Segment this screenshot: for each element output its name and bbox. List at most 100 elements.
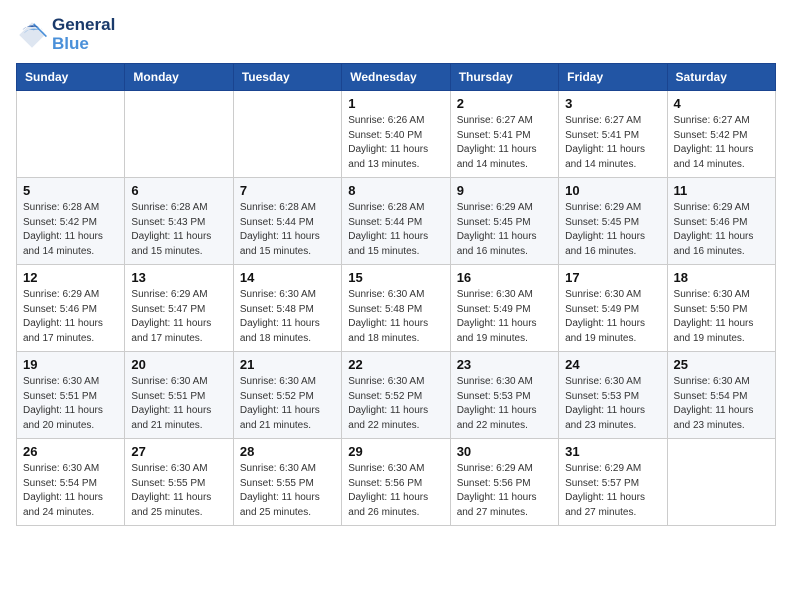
calendar-week-row: 19Sunrise: 6:30 AM Sunset: 5:51 PM Dayli… — [17, 352, 776, 439]
calendar-cell: 7 Sunrise: 6:28 AM Sunset: 5:44 PM Daylig… — [233, 178, 341, 265]
day-number: 22 — [348, 357, 443, 372]
day-number: 16 — [457, 270, 552, 285]
calendar-cell: 10 Sunrise: 6:29 AM Sunset: 5:45 PM Dayli… — [559, 178, 667, 265]
day-info: Sunrise: 6:30 AM Sunset: 5:53 PM Dayligh… — [565, 375, 660, 433]
day-info: Sunrise: 6:30 AM Sunset: 5:49 PM Dayligh… — [565, 288, 660, 346]
day-number: 25 — [674, 357, 769, 372]
day-info: Sunrise: 6:27 AM Sunset: 5:42 PM Dayligh… — [674, 114, 769, 172]
calendar-table: SundayMondayTuesdayWednesdayThursdayFrid… — [16, 63, 776, 526]
calendar-cell: 23Sunrise: 6:30 AM Sunset: 5:53 PM Dayli… — [450, 352, 558, 439]
day-info: Sunrise: 6:27 AM Sunset: 5:41 PM Dayligh… — [457, 114, 552, 172]
logo: General Blue — [16, 16, 115, 53]
day-number: 21 — [240, 357, 335, 372]
calendar-week-row: 5 Sunrise: 6:28 AM Sunset: 5:42 PM Daylig… — [17, 178, 776, 265]
day-number: 12 — [23, 270, 118, 285]
day-info: Sunrise: 6:29 AM Sunset: 5:47 PM Dayligh… — [131, 288, 226, 346]
column-header-thursday: Thursday — [450, 64, 558, 91]
day-info: Sunrise: 6:30 AM Sunset: 5:52 PM Dayligh… — [240, 375, 335, 433]
calendar-cell: 5 Sunrise: 6:28 AM Sunset: 5:42 PM Daylig… — [17, 178, 125, 265]
day-info: Sunrise: 6:30 AM Sunset: 5:55 PM Dayligh… — [131, 462, 226, 520]
calendar-cell: 27 Sunrise: 6:30 AM Sunset: 5:55 PM Dayli… — [125, 439, 233, 526]
calendar-header-row: SundayMondayTuesdayWednesdayThursdayFrid… — [17, 64, 776, 91]
day-number: 8 — [348, 183, 443, 198]
day-number: 11 — [674, 183, 769, 198]
column-header-tuesday: Tuesday — [233, 64, 341, 91]
day-number: 13 — [131, 270, 226, 285]
column-header-monday: Monday — [125, 64, 233, 91]
calendar-cell — [233, 91, 341, 178]
day-info: Sunrise: 6:30 AM Sunset: 5:48 PM Dayligh… — [348, 288, 443, 346]
calendar-cell: 17 Sunrise: 6:30 AM Sunset: 5:49 PM Dayli… — [559, 265, 667, 352]
calendar-cell: 15 Sunrise: 6:30 AM Sunset: 5:48 PM Dayli… — [342, 265, 450, 352]
day-number: 18 — [674, 270, 769, 285]
calendar-cell: 20Sunrise: 6:30 AM Sunset: 5:51 PM Dayli… — [125, 352, 233, 439]
day-number: 27 — [131, 444, 226, 459]
day-info: Sunrise: 6:30 AM Sunset: 5:51 PM Dayligh… — [23, 375, 118, 433]
day-number: 29 — [348, 444, 443, 459]
column-header-sunday: Sunday — [17, 64, 125, 91]
calendar-week-row: 12 Sunrise: 6:29 AM Sunset: 5:46 PM Dayli… — [17, 265, 776, 352]
day-number: 4 — [674, 96, 769, 111]
calendar-cell: 3 Sunrise: 6:27 AM Sunset: 5:41 PM Daylig… — [559, 91, 667, 178]
day-info: Sunrise: 6:28 AM Sunset: 5:43 PM Dayligh… — [131, 201, 226, 259]
calendar-cell: 30Sunrise: 6:29 AM Sunset: 5:56 PM Dayli… — [450, 439, 558, 526]
day-number: 5 — [23, 183, 118, 198]
calendar-cell: 19Sunrise: 6:30 AM Sunset: 5:51 PM Dayli… — [17, 352, 125, 439]
calendar-cell: 11 Sunrise: 6:29 AM Sunset: 5:46 PM Dayli… — [667, 178, 775, 265]
calendar-cell: 26Sunrise: 6:30 AM Sunset: 5:54 PM Dayli… — [17, 439, 125, 526]
calendar-cell: 18 Sunrise: 6:30 AM Sunset: 5:50 PM Dayli… — [667, 265, 775, 352]
calendar-cell: 12 Sunrise: 6:29 AM Sunset: 5:46 PM Dayli… — [17, 265, 125, 352]
day-number: 30 — [457, 444, 552, 459]
column-header-saturday: Saturday — [667, 64, 775, 91]
day-info: Sunrise: 6:30 AM Sunset: 5:55 PM Dayligh… — [240, 462, 335, 520]
day-number: 28 — [240, 444, 335, 459]
column-header-wednesday: Wednesday — [342, 64, 450, 91]
calendar-cell: 31 Sunrise: 6:29 AM Sunset: 5:57 PM Dayli… — [559, 439, 667, 526]
day-info: Sunrise: 6:30 AM Sunset: 5:50 PM Dayligh… — [674, 288, 769, 346]
day-info: Sunrise: 6:30 AM Sunset: 5:56 PM Dayligh… — [348, 462, 443, 520]
calendar-cell: 8 Sunrise: 6:28 AM Sunset: 5:44 PM Daylig… — [342, 178, 450, 265]
logo-icon — [16, 19, 48, 51]
day-number: 15 — [348, 270, 443, 285]
calendar-cell: 4 Sunrise: 6:27 AM Sunset: 5:42 PM Daylig… — [667, 91, 775, 178]
day-info: Sunrise: 6:28 AM Sunset: 5:44 PM Dayligh… — [348, 201, 443, 259]
calendar-week-row: 26Sunrise: 6:30 AM Sunset: 5:54 PM Dayli… — [17, 439, 776, 526]
day-info: Sunrise: 6:29 AM Sunset: 5:46 PM Dayligh… — [23, 288, 118, 346]
calendar-cell — [667, 439, 775, 526]
calendar-cell: 28 Sunrise: 6:30 AM Sunset: 5:55 PM Dayli… — [233, 439, 341, 526]
calendar-cell: 14 Sunrise: 6:30 AM Sunset: 5:48 PM Dayli… — [233, 265, 341, 352]
day-info: Sunrise: 6:27 AM Sunset: 5:41 PM Dayligh… — [565, 114, 660, 172]
day-info: Sunrise: 6:30 AM Sunset: 5:52 PM Dayligh… — [348, 375, 443, 433]
column-header-friday: Friday — [559, 64, 667, 91]
calendar-cell: 6 Sunrise: 6:28 AM Sunset: 5:43 PM Daylig… — [125, 178, 233, 265]
day-number: 7 — [240, 183, 335, 198]
day-number: 6 — [131, 183, 226, 198]
day-number: 1 — [348, 96, 443, 111]
day-number: 23 — [457, 357, 552, 372]
logo-text: General Blue — [52, 16, 115, 53]
day-info: Sunrise: 6:29 AM Sunset: 5:45 PM Dayligh… — [457, 201, 552, 259]
day-info: Sunrise: 6:30 AM Sunset: 5:48 PM Dayligh… — [240, 288, 335, 346]
day-number: 31 — [565, 444, 660, 459]
day-info: Sunrise: 6:28 AM Sunset: 5:42 PM Dayligh… — [23, 201, 118, 259]
day-number: 20 — [131, 357, 226, 372]
calendar-cell: 1Sunrise: 6:26 AM Sunset: 5:40 PM Daylig… — [342, 91, 450, 178]
page-header: General Blue — [16, 16, 776, 53]
calendar-week-row: 1Sunrise: 6:26 AM Sunset: 5:40 PM Daylig… — [17, 91, 776, 178]
day-number: 10 — [565, 183, 660, 198]
calendar-cell: 25Sunrise: 6:30 AM Sunset: 5:54 PM Dayli… — [667, 352, 775, 439]
day-number: 3 — [565, 96, 660, 111]
day-info: Sunrise: 6:30 AM Sunset: 5:54 PM Dayligh… — [23, 462, 118, 520]
day-info: Sunrise: 6:28 AM Sunset: 5:44 PM Dayligh… — [240, 201, 335, 259]
day-number: 14 — [240, 270, 335, 285]
day-info: Sunrise: 6:30 AM Sunset: 5:49 PM Dayligh… — [457, 288, 552, 346]
calendar-cell: 16 Sunrise: 6:30 AM Sunset: 5:49 PM Dayli… — [450, 265, 558, 352]
calendar-cell: 22 Sunrise: 6:30 AM Sunset: 5:52 PM Dayli… — [342, 352, 450, 439]
day-info: Sunrise: 6:29 AM Sunset: 5:46 PM Dayligh… — [674, 201, 769, 259]
day-info: Sunrise: 6:29 AM Sunset: 5:57 PM Dayligh… — [565, 462, 660, 520]
day-number: 17 — [565, 270, 660, 285]
calendar-cell: 2Sunrise: 6:27 AM Sunset: 5:41 PM Daylig… — [450, 91, 558, 178]
day-number: 9 — [457, 183, 552, 198]
day-number: 24 — [565, 357, 660, 372]
day-info: Sunrise: 6:29 AM Sunset: 5:45 PM Dayligh… — [565, 201, 660, 259]
